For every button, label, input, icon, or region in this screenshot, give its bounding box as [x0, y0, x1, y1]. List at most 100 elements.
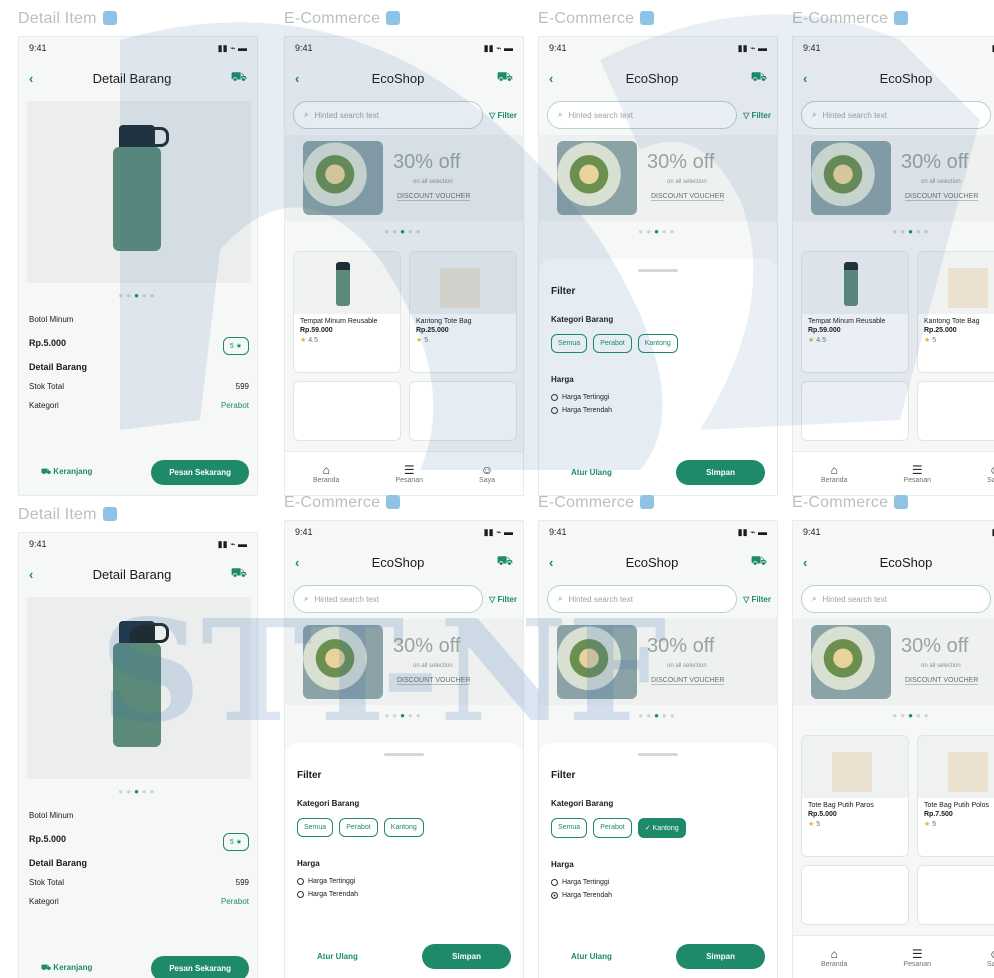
product-card[interactable] [917, 865, 994, 925]
chip-kantong[interactable]: ✓ Kantong [637, 818, 686, 838]
back-button[interactable]: ‹ [803, 555, 807, 570]
nav-item-saya[interactable]: ☺Saya [479, 463, 495, 484]
cart-icon[interactable]: ⛟ [231, 565, 247, 583]
product-card[interactable]: Tempat Minum Reusable Rp.59.000 ★ 4.5 [293, 251, 401, 373]
cart-icon[interactable]: ⛟ [751, 69, 767, 87]
radio-option[interactable]: Harga Tertinggi [297, 878, 511, 885]
product-card[interactable] [409, 381, 517, 441]
keranjang-button[interactable]: ⛟ Keranjang [27, 459, 106, 485]
product-card[interactable] [801, 865, 909, 925]
sheet-grabber[interactable] [638, 269, 678, 272]
product-card[interactable]: Tote Bag Putih Polos Rp.7.500 ★ 5 [917, 735, 994, 857]
chip-perabot[interactable]: Perabot [593, 818, 632, 838]
bottle-cap [119, 621, 169, 643]
chip-perabot[interactable]: Perabot [593, 334, 632, 353]
radio-option[interactable]: Harga Terendah [551, 407, 765, 414]
save-button[interactable]: Simpan [676, 944, 765, 969]
back-button[interactable]: ‹ [29, 567, 33, 582]
keranjang-button[interactable]: ⛟ Keranjang [27, 955, 106, 978]
chip-semua[interactable]: Semua [297, 818, 334, 837]
kategori-heading: Kategori Barang [297, 799, 360, 808]
product-card[interactable]: Kantong Tote Bag Rp.25.000 ★ 5 [917, 251, 994, 373]
search-input[interactable]: ⌕ Hinted search text [547, 585, 738, 613]
bottle-illustration [113, 621, 169, 751]
radio-option[interactable]: Harga Tertinggi [551, 879, 765, 886]
search-input[interactable]: ⌕ Hinted search text [293, 101, 484, 129]
search-input[interactable]: ⌕ Hinted search text [547, 101, 738, 129]
chip-kantong[interactable]: Kantong [383, 818, 424, 837]
stok-label: Stok Total [29, 878, 64, 887]
chip-kantong[interactable]: Kantong [637, 334, 678, 353]
nav-item-saya[interactable]: ☺Saya [987, 947, 994, 968]
filter-button[interactable]: ▽ Filter [743, 111, 771, 120]
filter-button[interactable]: ▽ Filter [743, 595, 771, 604]
nav-item-pesanan[interactable]: ☰ Pesanan [395, 463, 423, 484]
promo-banner[interactable]: 30% off on all selection DISCOUNT VOUCHER [793, 135, 994, 221]
status-icons: ▮▮ ⌁ ▬ [737, 43, 767, 53]
app-bar-title: EcoShop [625, 554, 679, 570]
product-card[interactable] [293, 381, 401, 441]
search-input[interactable]: ⌕ Hinted search text [801, 585, 992, 613]
pesan-sekarang-button[interactable]: Pesan Sekarang [151, 459, 249, 485]
product-grid: Tote Bag Putih Paros Rp.5.000 ★ 5 Tote Bag … [801, 735, 994, 925]
product-card[interactable]: Kantong Tote Bag Rp.25.000 ★ 5 [409, 251, 517, 373]
back-button[interactable]: ‹ [295, 71, 299, 86]
product-card[interactable]: Tote Bag Putih Paros Rp.5.000 ★ 5 [801, 735, 909, 857]
promo-banner[interactable]: 30% off on all selection DISCOUNT VOUCHER [539, 619, 777, 705]
product-card[interactable] [917, 381, 994, 441]
promo-banner[interactable]: 30% off on all selection DISCOUNT VOUCHER [285, 135, 523, 221]
chip-perabot[interactable]: Perabot [339, 818, 378, 837]
nav-item-beranda[interactable]: ⌂ Beranda [313, 463, 339, 484]
reset-button[interactable]: Atur Ulang [297, 944, 378, 969]
filter-title: Filter [551, 770, 576, 781]
app-bar: ‹ EcoShop ⛟ [539, 543, 777, 581]
promo-banner[interactable]: 30% off on all selection DISCOUNT VOUCHER [285, 619, 523, 705]
promo-banner[interactable]: 30% off on all selection DISCOUNT VOUCHER [539, 135, 777, 221]
carousel-dots: ●●●●● [892, 227, 932, 236]
rating-pill[interactable]: 5 ★ [222, 337, 249, 355]
cart-icon[interactable]: ⛟ [751, 553, 767, 571]
promo-banner[interactable]: 30% off on all selection DISCOUNT VOUCHER [793, 619, 994, 705]
kategori-heading: Kategori Barang [551, 315, 614, 324]
nav-item-pesanan[interactable]: ☰ Pesanan [903, 947, 931, 968]
reset-button[interactable]: Atur Ulang [551, 944, 632, 969]
radio-option[interactable]: Harga Terendah [551, 892, 765, 899]
rating-pill[interactable]: 5 ★ [222, 833, 249, 851]
filter-button[interactable]: ▽ Filter [489, 595, 517, 604]
chip-semua[interactable]: Semua [551, 818, 588, 838]
nav-item-saya[interactable]: ☺Saya [987, 463, 994, 484]
filter-button[interactable]: ▽ Filter [489, 111, 517, 120]
app-bar: ‹EcoShop⛟ [793, 59, 994, 97]
back-button[interactable]: ‹ [803, 71, 807, 86]
reset-button[interactable]: Atur Ulang [551, 460, 632, 485]
cart-icon[interactable]: ⛟ [497, 553, 513, 571]
product-grid: Tempat Minum Reusable Rp.59.000 ★ 4.5 Kanto… [801, 251, 994, 441]
stok-row: Stok Total 599 [29, 382, 249, 391]
save-button[interactable]: Simpan [422, 944, 511, 969]
product-card[interactable]: Tempat Minum Reusable Rp.59.000 ★ 4.5 [801, 251, 909, 373]
bottle-illustration [113, 125, 169, 255]
sheet-grabber[interactable] [638, 753, 678, 756]
back-button[interactable]: ‹ [29, 71, 33, 86]
pesan-sekarang-button[interactable]: Pesan Sekarang [151, 955, 249, 978]
cart-icon[interactable]: ⛟ [497, 69, 513, 87]
back-button[interactable]: ‹ [549, 555, 553, 570]
radio-option[interactable]: Harga Tertinggi [551, 394, 765, 401]
chip-semua[interactable]: Semua [551, 334, 588, 353]
detail-info: Botol Minum Rp.5.000 5 ★ Detail Barang Stok … [29, 315, 249, 420]
back-button[interactable]: ‹ [295, 555, 299, 570]
search-icon: ⌕ [304, 594, 309, 603]
product-card[interactable] [801, 381, 909, 441]
banner-food-image [811, 625, 891, 699]
sheet-grabber[interactable] [384, 753, 424, 756]
cart-icon[interactable]: ⛟ [231, 69, 247, 87]
search-input[interactable]: ⌕ Hinted search text [293, 585, 484, 613]
radio-option[interactable]: Harga Terendah [297, 891, 511, 898]
search-input[interactable]: ⌕ Hinted search text [801, 101, 992, 129]
nav-item-pesanan[interactable]: ☰ Pesanan [903, 463, 931, 484]
nav-item-beranda[interactable]: ⌂ Beranda [821, 463, 847, 484]
save-button[interactable]: Simpan [676, 460, 765, 485]
back-button[interactable]: ‹ [549, 71, 553, 86]
nav-item-beranda[interactable]: ⌂ Beranda [821, 947, 847, 968]
product-name: Botol Minum [29, 315, 74, 324]
